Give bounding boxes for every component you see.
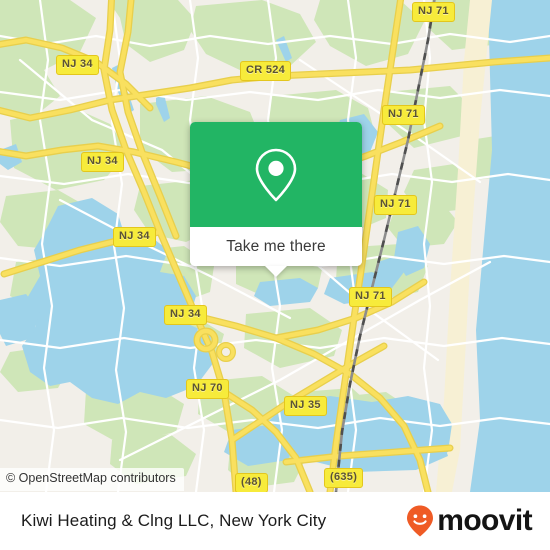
moovit-wordmark: moovit: [437, 504, 532, 537]
road-shield: NJ 34: [113, 227, 156, 247]
road-shield: NJ 34: [56, 55, 99, 75]
road-shield: NJ 71: [349, 287, 392, 307]
popup-pointer-tail: [265, 266, 287, 277]
road-shield: (635): [324, 468, 364, 488]
road-shield: NJ 71: [382, 105, 425, 125]
location-popup-card[interactable]: Take me there: [190, 122, 362, 277]
place-title: Kiwi Heating & Clng LLC, New York City: [21, 511, 327, 530]
footer-bar: Kiwi Heating & Clng LLC, New York City m…: [0, 492, 550, 550]
road-shield: NJ 71: [374, 195, 417, 215]
moovit-brand[interactable]: moovit: [405, 504, 533, 538]
road-shield: NJ 35: [284, 396, 327, 416]
map-canvas[interactable]: NJ 71 NJ 34 CR 524 NJ 71 NJ 34 NJ 71 NJ 34 NJ 7…: [0, 0, 550, 492]
popup-icon-area: [190, 122, 362, 227]
road-shield: NJ 70: [186, 379, 229, 399]
road-shield: (48): [235, 473, 268, 492]
road-shield: NJ 34: [164, 305, 207, 325]
map-pin-icon: [255, 148, 297, 201]
take-me-there-button[interactable]: Take me there: [190, 227, 362, 266]
road-shield: CR 524: [240, 61, 292, 81]
road-shield: NJ 34: [81, 152, 124, 172]
osm-attribution[interactable]: © OpenStreetMap contributors: [0, 468, 184, 491]
moovit-smiley-pin-icon: [407, 505, 434, 537]
road-shield: NJ 71: [412, 2, 455, 22]
map-screenshot: NJ 71 NJ 34 CR 524 NJ 71 NJ 34 NJ 71 NJ 34 NJ 7…: [0, 0, 550, 550]
